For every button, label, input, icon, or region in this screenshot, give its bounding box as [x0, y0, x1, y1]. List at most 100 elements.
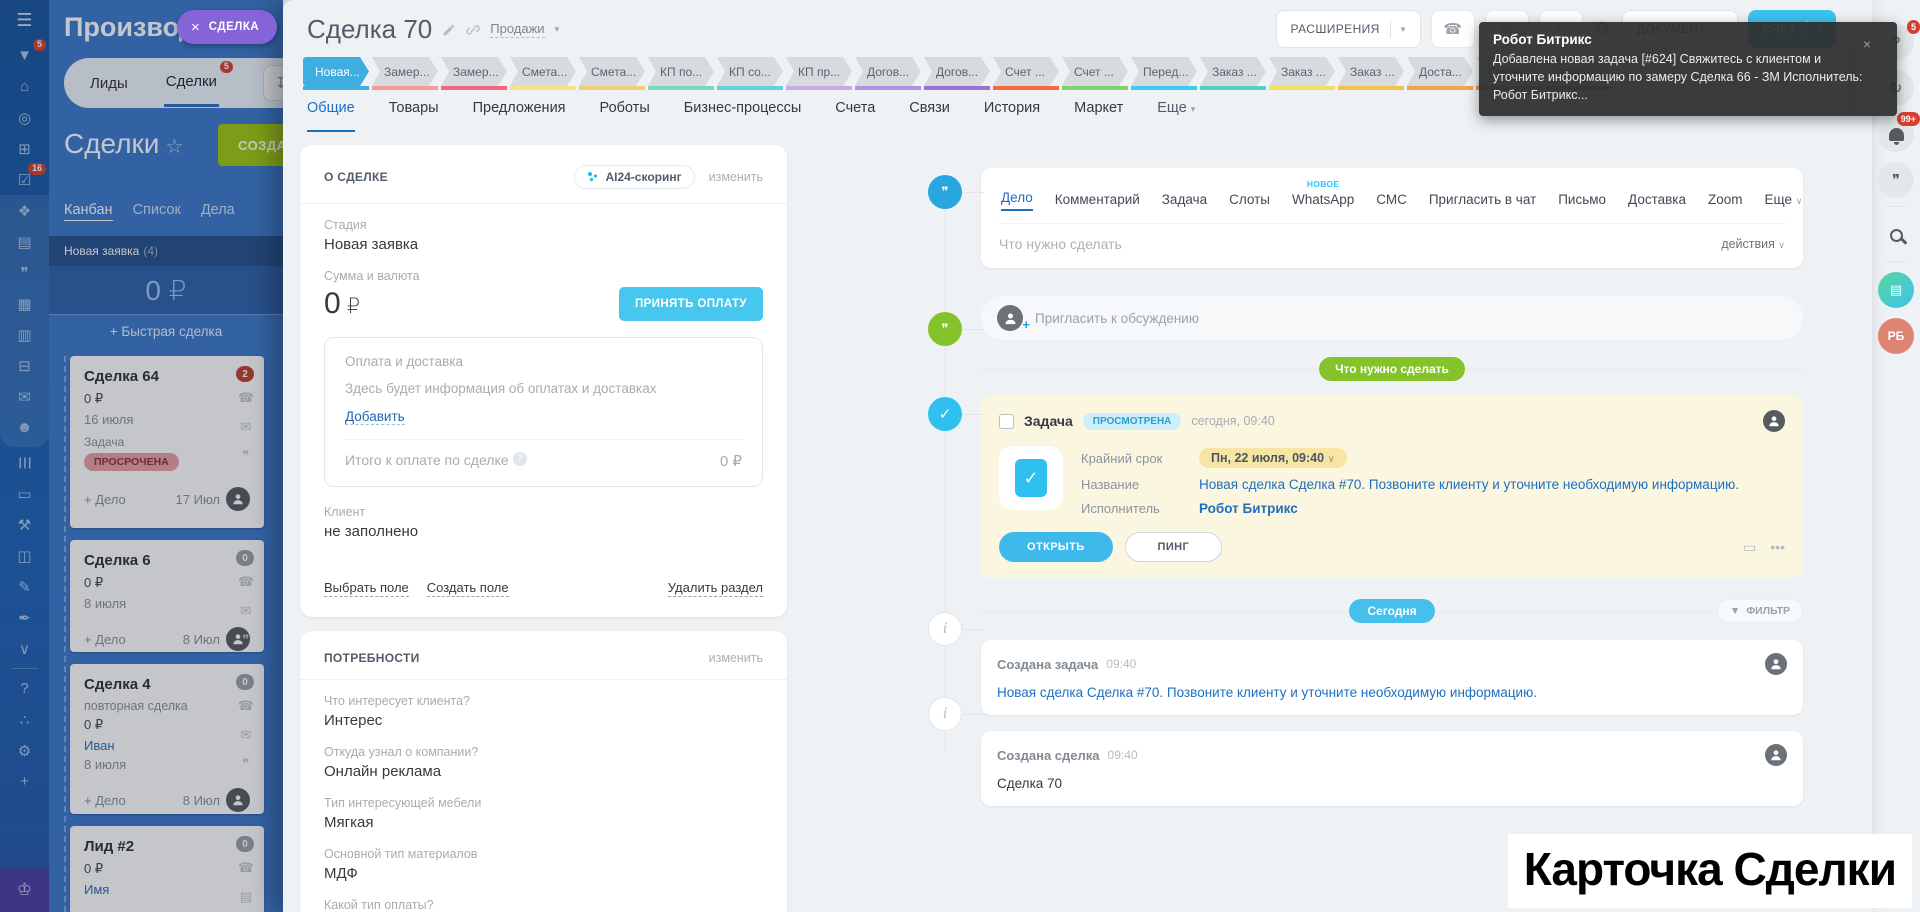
phone-icon[interactable]: ☎ [238, 574, 254, 590]
deal-title[interactable]: Сделка 70 [307, 14, 432, 45]
tl-tab-comment[interactable]: Комментарий [1055, 192, 1140, 211]
stage-13[interactable]: Заказ ... [1200, 57, 1266, 90]
tab-general[interactable]: Общие [307, 100, 355, 132]
tl-tab-invite-chat[interactable]: Пригласить в чат [1429, 192, 1536, 211]
invite-discussion-row[interactable]: + Пригласить к обсуждению [981, 296, 1803, 340]
tab-invoices[interactable]: Счета [835, 100, 875, 132]
stage-5[interactable]: КП по... [648, 57, 714, 90]
settings-icon[interactable]: ⚙ [0, 735, 49, 766]
chat-icon[interactable]: ❞ [238, 448, 254, 464]
calendar-icon[interactable]: ▦ [0, 288, 49, 319]
drive-icon[interactable]: ⊟ [0, 350, 49, 381]
stage-12[interactable]: Перед... [1131, 57, 1197, 90]
shop-cart-icon[interactable]: ⊞ [0, 133, 49, 164]
tl-tab-zoom[interactable]: Zoom [1708, 192, 1743, 211]
tab-products[interactable]: Товары [389, 100, 439, 132]
tab-quotes[interactable]: Предложения [473, 100, 566, 132]
phone-icon[interactable]: ☎ [238, 860, 254, 876]
company-icon[interactable]: ⌂ [0, 71, 49, 102]
tab-leads[interactable]: Лиды [88, 61, 130, 106]
share-icon[interactable]: ∴ [0, 704, 49, 735]
stage-16[interactable]: Доста... [1407, 57, 1473, 90]
assignee-avatar[interactable] [226, 487, 250, 511]
tl-tab-activity[interactable]: Дело [1001, 190, 1033, 211]
note-icon[interactable]: ▭ [1743, 539, 1756, 556]
deadline-pill[interactable]: Пн, 22 июля, 09:40 ∨ [1199, 448, 1347, 468]
link-icon[interactable] [466, 23, 480, 37]
edit-link[interactable]: изменить [709, 651, 763, 665]
help-icon[interactable]: ? [0, 673, 49, 704]
stage-3[interactable]: Смета... [510, 57, 576, 90]
add-payment-link[interactable]: Добавить [345, 409, 405, 425]
favorite-star-icon[interactable]: ☆ [165, 136, 183, 158]
stage-11[interactable]: Счет ... [1062, 57, 1128, 90]
card-title[interactable]: Сделка 4 [84, 676, 250, 693]
tl-tab-task[interactable]: Задача [1162, 192, 1207, 211]
crown-icon[interactable]: ♔ [0, 868, 49, 912]
stage-new[interactable]: Новая... [303, 57, 369, 90]
crm-funnel-icon[interactable]: ▼ 5 [0, 39, 49, 71]
stage-9[interactable]: Догов... [924, 57, 990, 90]
add-activity-link[interactable]: + Дело [84, 793, 126, 808]
accept-payment-button[interactable]: ПРИНЯТЬ ОПЛАТУ [618, 287, 763, 321]
user-avatar[interactable]: РБ [1878, 318, 1914, 354]
call-button[interactable]: ☎ [1430, 10, 1475, 48]
stage-7[interactable]: КП пр... [786, 57, 852, 90]
filter-button[interactable]: ▼ ФИЛЬТР [1716, 599, 1803, 623]
stage-2[interactable]: Замер... [441, 57, 507, 90]
create-deal-button[interactable]: СОЗДАТЬ [218, 124, 283, 166]
collapse-icon[interactable]: ∨ [0, 633, 49, 664]
tab-robots[interactable]: Роботы [600, 100, 650, 132]
tl-tab-sms[interactable]: СМС [1376, 192, 1407, 211]
quick-deal-button[interactable]: + Быстрая сделка [49, 314, 283, 348]
todo-input[interactable] [999, 236, 1722, 252]
card-contact-link[interactable]: Иван [84, 738, 250, 753]
view-kanban[interactable]: Канбан [64, 202, 113, 221]
view-activities[interactable]: Дела [201, 202, 235, 221]
search-icon[interactable] [1878, 217, 1914, 253]
deal-card[interactable]: 2 ☎ ✉ ❞ Сделка 64 0 ₽ 16 июля Задача ПРОСР… [70, 356, 264, 528]
people-icon[interactable]: ☻ [0, 412, 49, 443]
stage-1[interactable]: Замер... [372, 57, 438, 90]
assignee-link[interactable]: Робот Битрикс [1199, 501, 1298, 516]
card-title[interactable]: Сделка 64 [84, 368, 250, 385]
lead-card[interactable]: 0 ☎▤✉ Лид #2 0 ₽ Имя [70, 826, 264, 912]
mail-icon[interactable]: ✉ [238, 727, 254, 743]
export-icon[interactable]: ↧ [262, 65, 283, 101]
toast-close-icon[interactable]: × [1863, 36, 1871, 52]
sign-pen-icon[interactable]: ✒ [0, 602, 49, 633]
tab-bizproc[interactable]: Бизнес-процессы [684, 100, 802, 132]
news-feed-icon[interactable]: ▤ [1878, 272, 1914, 308]
card-title[interactable]: Лид #2 [84, 838, 250, 855]
assignee-avatar[interactable] [226, 788, 250, 812]
open-task-button[interactable]: ОТКРЫТЬ [999, 532, 1113, 562]
event-avatar[interactable] [1765, 744, 1787, 766]
tab-deals[interactable]: Сделки 5 [163, 59, 233, 107]
openlines-chat-icon[interactable]: ❞ [1878, 162, 1914, 198]
slider-close-pill[interactable]: × СДЕЛКА [177, 10, 278, 44]
card-contact-link[interactable]: Имя [84, 882, 250, 897]
menu-icon[interactable]: ☰ [0, 0, 49, 40]
task-avatar[interactable] [1763, 410, 1785, 432]
edit-link[interactable]: изменить [709, 170, 763, 184]
add-activity-link[interactable]: + Дело [84, 492, 126, 507]
select-field-link[interactable]: Выбрать поле [324, 580, 409, 597]
deal-card[interactable]: 0 ☎ ✉ ❞ Сделка 4 повторная сделка 0 ₽ Иван… [70, 664, 264, 814]
messenger-icon[interactable]: ❞ [0, 257, 49, 288]
stage-6[interactable]: КП со... [717, 57, 783, 90]
chat-icon[interactable]: ❞ [238, 756, 254, 772]
robot-icon[interactable]: ⚒ [0, 509, 49, 540]
ai-scoring-badge[interactable]: AI24-скоринг [574, 165, 695, 189]
tab-links[interactable]: Связи [909, 100, 950, 132]
tl-tab-whatsapp[interactable]: НОВОЕ WhatsApp [1292, 179, 1354, 211]
mail-icon[interactable]: ✉ [0, 381, 49, 412]
create-field-link[interactable]: Создать поле [426, 580, 509, 597]
actions-dropdown[interactable]: действия ∨ [1721, 237, 1785, 251]
extensions-button[interactable]: РАСШИРЕНИЯ ▾ [1275, 10, 1421, 48]
automation-icon[interactable]: ❖ [0, 195, 49, 226]
bell-icon[interactable]: 99+ [1878, 112, 1920, 152]
task-name-link[interactable]: Новая сделка Сделка #70. Позвоните клиен… [1199, 477, 1739, 492]
documents-icon[interactable]: ▥ [0, 319, 49, 350]
tab-market[interactable]: Маркет [1074, 100, 1123, 132]
site-panel-icon[interactable]: ▤ [0, 226, 49, 257]
